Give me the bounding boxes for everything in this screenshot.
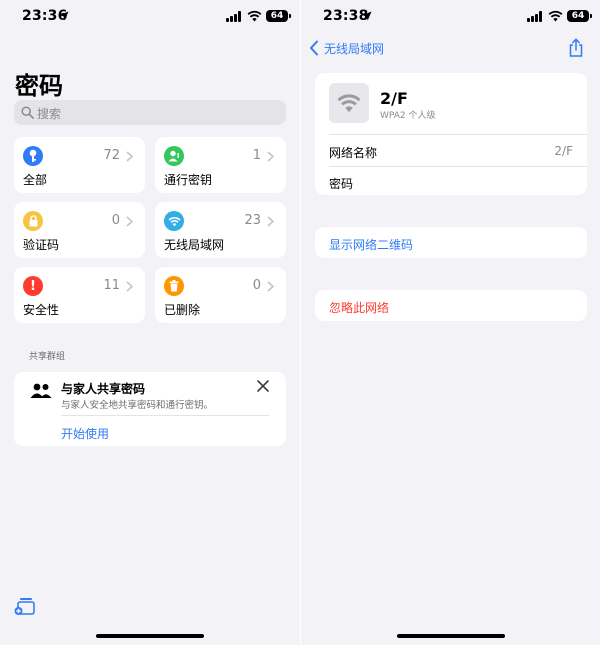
- page-title: 密码: [15, 72, 63, 100]
- category-all[interactable]: 72 全部: [14, 137, 145, 193]
- new-group-icon[interactable]: [14, 596, 36, 616]
- wifi-icon: [337, 94, 361, 113]
- category-security[interactable]: ! 11 安全性: [14, 267, 145, 323]
- category-label: 全部: [23, 173, 48, 187]
- count: 0: [252, 278, 261, 293]
- home-indicator: [397, 634, 505, 638]
- count: 1: [252, 148, 261, 163]
- trash-icon: [164, 276, 184, 296]
- chevron-left-icon: [310, 40, 318, 56]
- wifi-icon: [164, 211, 184, 231]
- count: 11: [103, 278, 120, 293]
- exclamation-icon: !: [23, 276, 43, 296]
- chevron-right-icon: [126, 151, 133, 162]
- card-subtitle: 与家人安全地共享密码和通行密钥。: [61, 400, 214, 411]
- row-label: 密码: [329, 177, 354, 191]
- wifi-status-icon: [247, 10, 262, 22]
- search-field[interactable]: 搜索: [14, 100, 286, 125]
- lock-icon: [23, 211, 43, 231]
- show-qr-code-button[interactable]: 显示网络二维码: [315, 227, 587, 258]
- location-arrow-icon: [362, 11, 372, 21]
- category-passkeys[interactable]: 1 通行密钥: [155, 137, 286, 193]
- category-label: 安全性: [23, 303, 60, 317]
- close-icon[interactable]: [257, 380, 269, 392]
- cellular-signal-icon: [226, 11, 242, 22]
- forget-network-button[interactable]: 忽略此网络: [315, 290, 587, 321]
- network-name-row[interactable]: 网络名称 2/F: [329, 135, 573, 166]
- category-label: 已删除: [164, 303, 201, 317]
- category-label: 验证码: [23, 238, 60, 252]
- key-icon: [23, 146, 43, 166]
- card-title: 与家人共享密码: [61, 382, 146, 396]
- search-icon: [21, 106, 34, 119]
- count: 23: [244, 213, 261, 228]
- search-placeholder: 搜索: [37, 107, 62, 121]
- forget-network-label: 忽略此网络: [329, 301, 390, 315]
- category-label: 无线局域网: [164, 238, 225, 252]
- back-label: 无线局域网: [324, 41, 385, 56]
- wifi-network-detail-screen: 23:38 64 无线局域网 2/F WPA2 个人级 网络名称 2/F 密码 …: [300, 0, 600, 645]
- family-sharing-card: 与家人共享密码 与家人安全地共享密码和通行密钥。 开始使用: [14, 372, 286, 446]
- share-icon[interactable]: [568, 38, 584, 57]
- category-label: 通行密钥: [164, 173, 213, 187]
- chevron-right-icon: [267, 281, 274, 292]
- category-verification-codes[interactable]: 0 验证码: [14, 202, 145, 258]
- status-bar: 23:38 64: [301, 8, 600, 26]
- chevron-right-icon: [126, 281, 133, 292]
- cellular-signal-icon: [527, 11, 543, 22]
- chevron-right-icon: [126, 216, 133, 227]
- show-qr-code-label: 显示网络二维码: [329, 238, 414, 252]
- password-row[interactable]: 密码: [329, 166, 573, 197]
- battery-indicator: 64: [567, 10, 592, 22]
- shared-groups-header: 共享群组: [29, 352, 66, 362]
- home-indicator: [96, 634, 204, 638]
- wifi-status-icon: [548, 10, 563, 22]
- category-deleted[interactable]: 0 已删除: [155, 267, 286, 323]
- network-name: 2/F: [380, 89, 408, 108]
- get-started-link[interactable]: 开始使用: [61, 425, 109, 442]
- network-image: [329, 83, 369, 123]
- location-arrow-icon: [59, 11, 69, 21]
- count: 0: [111, 213, 120, 228]
- divider: [61, 415, 269, 416]
- battery-indicator: 64: [266, 10, 291, 22]
- passkey-person-icon: [164, 146, 184, 166]
- row-value: 2/F: [554, 144, 573, 158]
- row-label: 网络名称: [329, 146, 378, 160]
- people-icon: [30, 383, 52, 398]
- count: 72: [103, 148, 120, 163]
- back-button[interactable]: 无线局域网: [309, 39, 384, 57]
- category-wifi[interactable]: 23 无线局域网: [155, 202, 286, 258]
- network-card: 2/F WPA2 个人级 网络名称 2/F 密码: [315, 73, 587, 195]
- security-type: WPA2 个人级: [380, 111, 436, 121]
- chevron-right-icon: [267, 216, 274, 227]
- status-bar: 23:36 64: [0, 8, 300, 26]
- passwords-home-screen: 23:36 64 密码 搜索 72 全部 1 通行密钥 0 验证码 23 无线局…: [0, 0, 300, 645]
- chevron-right-icon: [267, 151, 274, 162]
